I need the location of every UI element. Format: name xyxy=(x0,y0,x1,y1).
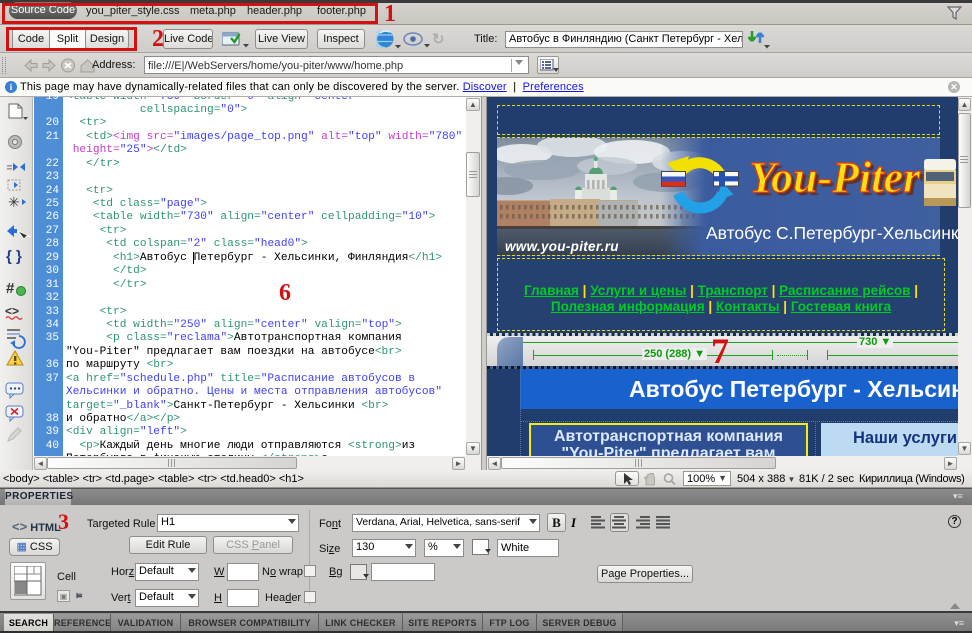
svg-text:✳: ✳ xyxy=(8,194,20,210)
svg-text:<>: <> xyxy=(5,304,19,318)
svg-text:#: # xyxy=(6,280,15,297)
svg-text:{ }: { } xyxy=(6,248,22,265)
